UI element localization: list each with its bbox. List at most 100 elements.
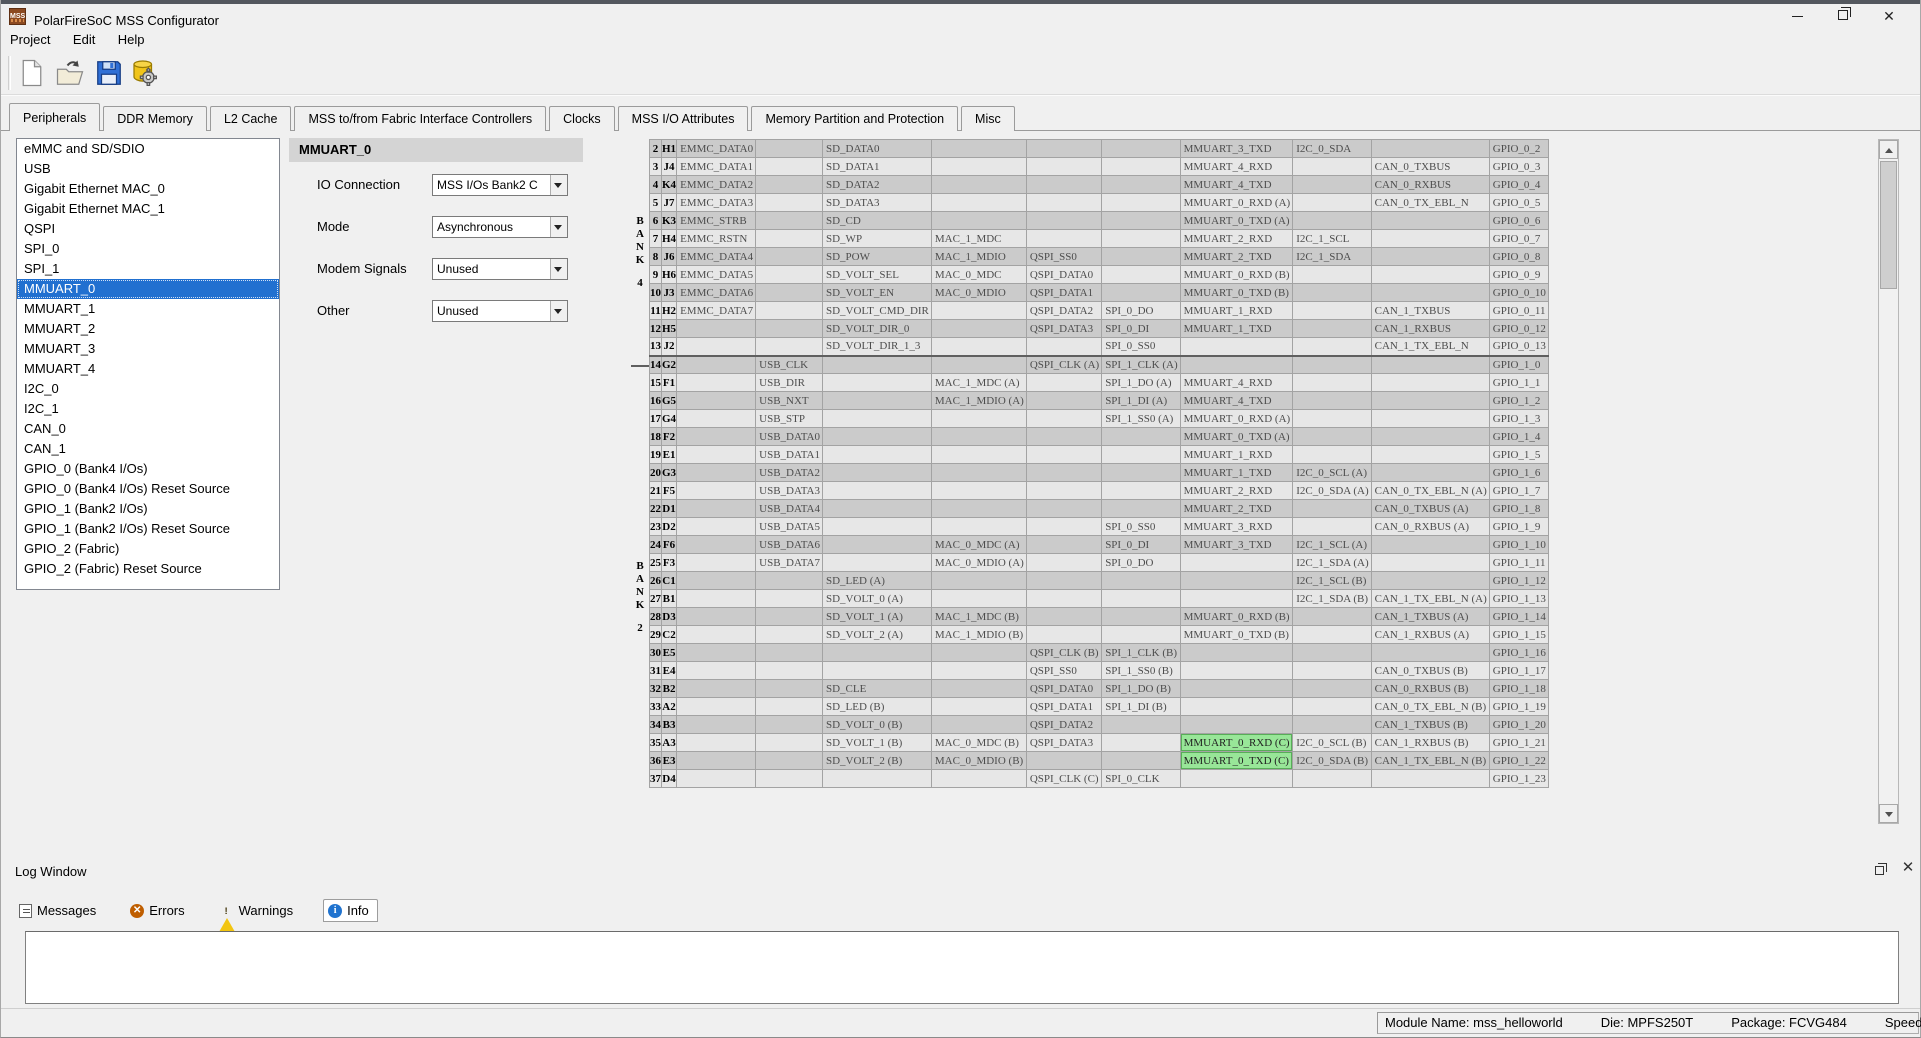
scrollbar-thumb[interactable] <box>1880 161 1897 289</box>
signal-cell-mmuart[interactable]: MMUART_2_RXD <box>1180 230 1293 248</box>
signal-cell-gpio[interactable]: GPIO_1_15 <box>1489 626 1548 644</box>
signal-cell-gpio[interactable]: GPIO_1_1 <box>1489 374 1548 392</box>
sidebar-item-i2c-1[interactable]: I2C_1 <box>17 399 279 419</box>
signal-cell-gpio[interactable]: GPIO_1_22 <box>1489 752 1548 770</box>
signal-cell-qspi[interactable]: QSPI_DATA2 <box>1026 302 1101 320</box>
signal-cell-gpio[interactable]: GPIO_1_9 <box>1489 518 1548 536</box>
signal-cell-gpio[interactable]: GPIO_1_5 <box>1489 446 1548 464</box>
signal-cell-sd[interactable]: SD_VOLT_CMD_DIR <box>823 302 932 320</box>
signal-cell-mmuart[interactable]: MMUART_0_RXD (A) <box>1180 194 1293 212</box>
signal-cell-gpio[interactable]: GPIO_0_9 <box>1489 266 1548 284</box>
signal-cell-mmuart[interactable]: MMUART_0_RXD (B) <box>1180 608 1293 626</box>
signal-cell-gpio[interactable]: GPIO_1_6 <box>1489 464 1548 482</box>
table-vertical-scrollbar[interactable] <box>1878 139 1899 824</box>
signal-cell-gpio[interactable]: GPIO_1_14 <box>1489 608 1548 626</box>
signal-cell-mmuart[interactable]: MMUART_0_TXD (B) <box>1180 626 1293 644</box>
signal-cell-can[interactable]: CAN_0_RXBUS <box>1371 176 1489 194</box>
signal-cell-spi[interactable]: SPI_1_DI (A) <box>1102 392 1180 410</box>
log-tab-errors[interactable]: ✕ Errors <box>126 900 192 921</box>
signal-cell-sd[interactable]: SD_VOLT_EN <box>823 284 932 302</box>
signal-cell-mmuart[interactable]: MMUART_0_RXD (C) <box>1180 734 1293 752</box>
log-tab-messages[interactable]: Messages <box>15 900 104 921</box>
signal-cell-gpio[interactable]: GPIO_1_21 <box>1489 734 1548 752</box>
sidebar-item-gpio-2-fabric-reset-source[interactable]: GPIO_2 (Fabric) Reset Source <box>17 559 279 579</box>
signal-cell-usb[interactable]: USB_DATA7 <box>756 554 823 572</box>
sidebar-item-qspi[interactable]: QSPI <box>17 219 279 239</box>
signal-cell-usb[interactable]: USB_DATA5 <box>756 518 823 536</box>
signal-cell-can[interactable]: CAN_1_RXBUS (B) <box>1371 734 1489 752</box>
sidebar-item-mmuart-3[interactable]: MMUART_3 <box>17 339 279 359</box>
signal-cell-mmuart[interactable]: MMUART_4_RXD <box>1180 158 1293 176</box>
signal-cell-i2c[interactable]: I2C_0_SDA <box>1293 140 1371 158</box>
signal-cell-spi[interactable]: SPI_0_DI <box>1102 320 1180 338</box>
close-button[interactable]: ✕ <box>1866 4 1912 29</box>
signal-cell-gpio[interactable]: GPIO_1_3 <box>1489 410 1548 428</box>
signal-cell-emmc[interactable]: EMMC_DATA2 <box>677 176 756 194</box>
signal-cell-can[interactable]: CAN_0_RXBUS (B) <box>1371 680 1489 698</box>
generate-component-button[interactable] <box>127 56 161 90</box>
restore-button[interactable] <box>1820 4 1866 29</box>
tab-l2-cache[interactable]: L2 Cache <box>210 106 292 131</box>
signal-cell-gpio[interactable]: GPIO_1_0 <box>1489 356 1548 374</box>
signal-cell-gpio[interactable]: GPIO_0_2 <box>1489 140 1548 158</box>
signal-cell-gpio[interactable]: GPIO_1_7 <box>1489 482 1548 500</box>
signal-cell-mmuart[interactable]: MMUART_4_RXD <box>1180 374 1293 392</box>
signal-cell-spi[interactable]: SPI_0_DO <box>1102 554 1180 572</box>
save-project-button[interactable] <box>92 56 126 90</box>
signal-cell-sd[interactable]: SD_DATA0 <box>823 140 932 158</box>
signal-cell-qspi[interactable]: QSPI_DATA0 <box>1026 266 1101 284</box>
signal-cell-usb[interactable]: USB_DIR <box>756 374 823 392</box>
sidebar-item-gpio-1-bank2-i-os-reset-source[interactable]: GPIO_1 (Bank2 I/Os) Reset Source <box>17 519 279 539</box>
signal-cell-emmc[interactable]: EMMC_DATA6 <box>677 284 756 302</box>
signal-cell-mmuart[interactable]: MMUART_0_TXD (A) <box>1180 428 1293 446</box>
signal-cell-spi[interactable]: SPI_1_DI (B) <box>1102 698 1180 716</box>
signal-cell-spi[interactable]: SPI_0_CLK <box>1102 770 1180 788</box>
log-tab-info[interactable]: i Info <box>323 899 378 922</box>
signal-cell-sd[interactable]: SD_VOLT_2 (A) <box>823 626 932 644</box>
sidebar-item-mmuart-0[interactable]: MMUART_0 <box>17 279 279 299</box>
open-project-button[interactable] <box>53 56 87 90</box>
log-close-button[interactable]: ✕ <box>1900 860 1916 876</box>
sidebar-item-mmuart-2[interactable]: MMUART_2 <box>17 319 279 339</box>
log-float-button[interactable] <box>1873 864 1887 878</box>
signal-cell-gpio[interactable]: GPIO_0_8 <box>1489 248 1548 266</box>
signal-cell-gpio[interactable]: GPIO_0_11 <box>1489 302 1548 320</box>
signal-cell-i2c[interactable]: I2C_1_SCL (A) <box>1293 536 1371 554</box>
signal-cell-spi[interactable]: SPI_1_DO (B) <box>1102 680 1180 698</box>
signal-cell-sd[interactable]: SD_CLE <box>823 680 932 698</box>
signal-cell-emmc[interactable]: EMMC_DATA7 <box>677 302 756 320</box>
combo-dropdown-button[interactable] <box>550 175 567 195</box>
signal-cell-spi[interactable]: SPI_0_SS0 <box>1102 338 1180 356</box>
signal-cell-gpio[interactable]: GPIO_0_13 <box>1489 338 1548 356</box>
signal-cell-spi[interactable]: SPI_1_CLK (A) <box>1102 356 1180 374</box>
signal-cell-can[interactable]: CAN_1_TXBUS (B) <box>1371 716 1489 734</box>
signal-cell-mmuart[interactable]: MMUART_1_TXD <box>1180 320 1293 338</box>
signal-cell-i2c[interactable]: I2C_0_SDA (B) <box>1293 752 1371 770</box>
tab-mss-to-from-fabric-interface-controllers[interactable]: MSS to/from Fabric Interface Controllers <box>294 106 546 131</box>
sidebar-item-gigabit-ethernet-mac-1[interactable]: Gigabit Ethernet MAC_1 <box>17 199 279 219</box>
signal-cell-mmuart[interactable]: MMUART_0_TXD (C) <box>1180 752 1293 770</box>
signal-cell-i2c[interactable]: I2C_0_SDA (A) <box>1293 482 1371 500</box>
signal-cell-qspi[interactable]: QSPI_CLK (A) <box>1026 356 1101 374</box>
signal-cell-spi[interactable]: SPI_0_SS0 <box>1102 518 1180 536</box>
signal-cell-qspi[interactable]: QSPI_DATA0 <box>1026 680 1101 698</box>
signal-cell-usb[interactable]: USB_DATA0 <box>756 428 823 446</box>
signal-cell-emmc[interactable]: EMMC_RSTN <box>677 230 756 248</box>
signal-cell-mmuart[interactable]: MMUART_1_RXD <box>1180 302 1293 320</box>
signal-cell-mmuart[interactable]: MMUART_2_TXD <box>1180 500 1293 518</box>
signal-cell-sd[interactable]: SD_VOLT_DIR_0 <box>823 320 932 338</box>
sidebar-item-gpio-0-bank4-i-os-reset-source[interactable]: GPIO_0 (Bank4 I/Os) Reset Source <box>17 479 279 499</box>
signal-cell-qspi[interactable]: QSPI_DATA1 <box>1026 698 1101 716</box>
signal-cell-mmuart[interactable]: MMUART_3_TXD <box>1180 536 1293 554</box>
sidebar-item-spi-0[interactable]: SPI_0 <box>17 239 279 259</box>
signal-cell-usb[interactable]: USB_DATA4 <box>756 500 823 518</box>
signal-cell-spi[interactable]: SPI_1_CLK (B) <box>1102 644 1180 662</box>
signal-cell-can[interactable]: CAN_0_TX_EBL_N (A) <box>1371 482 1489 500</box>
signal-cell-mac[interactable]: MAC_0_MDIO <box>931 284 1026 302</box>
signal-cell-can[interactable]: CAN_1_TX_EBL_N (B) <box>1371 752 1489 770</box>
signal-cell-gpio[interactable]: GPIO_1_17 <box>1489 662 1548 680</box>
signal-cell-mmuart[interactable]: MMUART_2_RXD <box>1180 482 1293 500</box>
signal-cell-emmc[interactable]: EMMC_DATA0 <box>677 140 756 158</box>
signal-cell-sd[interactable]: SD_VOLT_0 (B) <box>823 716 932 734</box>
toolbar-grip[interactable] <box>8 56 11 90</box>
